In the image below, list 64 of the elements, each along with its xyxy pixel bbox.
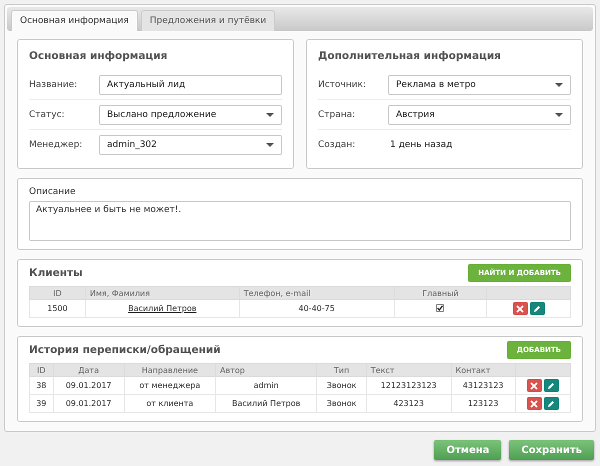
field-label: Страна: xyxy=(318,110,356,120)
column-header: Телефон, e-mail xyxy=(239,286,394,300)
table-cell: 43123123 xyxy=(451,376,516,394)
pencil-icon xyxy=(533,304,542,312)
pencil-icon xyxy=(547,382,556,390)
dropdown-field[interactable]: Выслано предложение xyxy=(99,104,282,124)
delete-button[interactable] xyxy=(512,302,528,315)
edit-button[interactable] xyxy=(544,379,559,392)
column-header: Автор xyxy=(216,364,317,376)
table-cell: 12123123123 xyxy=(366,376,452,394)
field-label: Менеджер: xyxy=(29,140,84,150)
table-cell: 423123 xyxy=(366,394,452,412)
tab[interactable]: Предложения и путёвки xyxy=(140,10,276,31)
table-cell: Василий Петров xyxy=(216,394,317,412)
table-cell: 39 xyxy=(30,394,54,412)
table-cell: admin xyxy=(216,376,317,394)
column-header: Главный xyxy=(394,286,487,300)
table-cell: 09.01.2017 xyxy=(53,376,124,394)
table-cell: от менеджера xyxy=(124,376,216,394)
dropdown-field[interactable]: Австрия xyxy=(388,104,571,124)
dropdown-field[interactable]: Реклама в метро xyxy=(388,74,571,94)
close-icon xyxy=(530,400,538,408)
dropdown-field[interactable]: admin_302 xyxy=(99,135,282,155)
column-header: Дата xyxy=(53,364,124,376)
field-label: Описание xyxy=(29,187,76,197)
panel-title: Дополнительная информация xyxy=(318,50,502,62)
panel-title: Клиенты xyxy=(29,267,83,279)
edit-button[interactable] xyxy=(544,397,559,410)
column-header: ID xyxy=(30,286,86,300)
close-icon xyxy=(530,382,538,390)
checkbox[interactable] xyxy=(436,304,444,312)
table-cell: 1500 xyxy=(30,300,86,318)
tab[interactable]: Основная информация xyxy=(11,10,138,31)
caret-icon xyxy=(266,112,274,116)
column-header: ID xyxy=(30,364,54,376)
column-header: Текст xyxy=(366,364,452,376)
table-cell: 38 xyxy=(30,376,54,394)
pencil-icon xyxy=(547,400,556,408)
edit-button[interactable] xyxy=(530,302,545,315)
panel-title: Основная информация xyxy=(29,50,168,62)
table-cell: Звонок xyxy=(316,376,366,394)
field-label: Статус: xyxy=(29,110,66,120)
table-cell: 40-40-75 xyxy=(239,300,394,318)
column-header: Имя, Фамилия xyxy=(85,286,240,300)
caret-icon xyxy=(555,82,563,86)
field-label: Создан: xyxy=(318,140,356,150)
delete-button[interactable] xyxy=(526,397,542,410)
table-cell: Звонок xyxy=(316,394,366,412)
description-field[interactable]: Актуальнее и быть не может!. xyxy=(29,201,571,241)
delete-button[interactable] xyxy=(526,379,542,392)
table-cell: от клиента xyxy=(124,394,216,412)
column-header: Контакт xyxy=(451,364,516,376)
caret-icon xyxy=(266,143,274,147)
table-cell: 09.01.2017 xyxy=(53,394,124,412)
table-cell: 123123 xyxy=(451,394,516,412)
caret-icon xyxy=(555,112,563,116)
panel-title: История переписки/обращений xyxy=(29,344,221,356)
close-icon xyxy=(516,304,524,312)
column-header: Направление xyxy=(124,364,216,376)
field-value: 1 день назад xyxy=(389,140,452,150)
text-field[interactable]: Актуальный лид xyxy=(99,74,282,94)
column-header: Тип xyxy=(316,364,366,376)
field-label: Название: xyxy=(29,80,78,90)
field-label: Источник: xyxy=(318,80,367,90)
